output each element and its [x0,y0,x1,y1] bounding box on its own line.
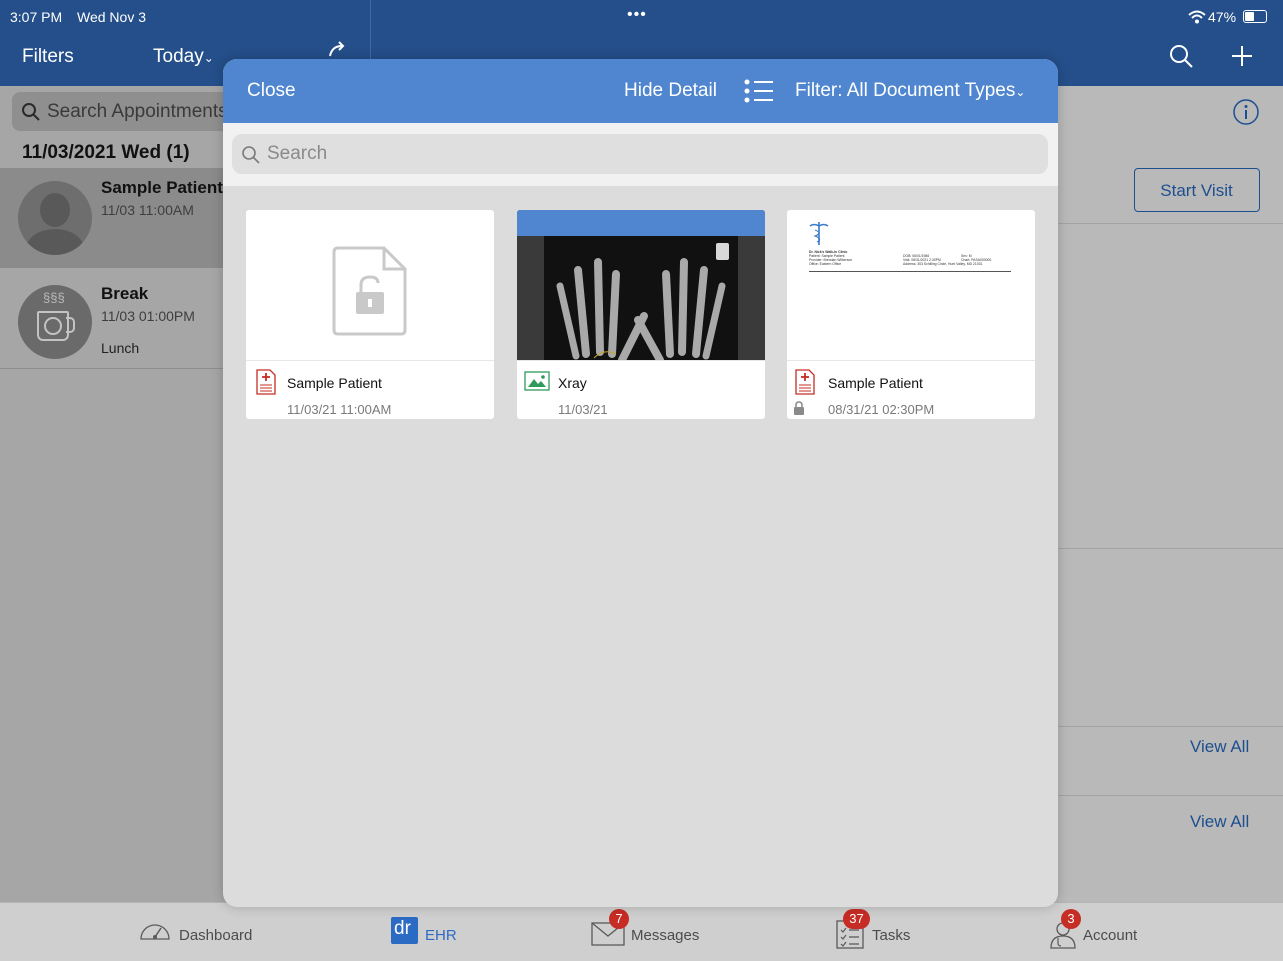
tab-label: Dashboard [179,927,253,944]
search-icon[interactable] [1168,43,1194,69]
appointment-name: Sample Patient [101,178,223,197]
document-card-footer: Xray 11/03/21 [517,360,765,419]
modal-header: Close Hide Detail Filter: All Document T… [223,59,1058,123]
preview-rule [809,271,1011,272]
close-button[interactable]: Close [247,80,296,102]
preview-office: Office: Eastern Office [809,262,842,266]
filters-button[interactable]: Filters [22,46,74,68]
info-icon[interactable] [1232,98,1260,126]
document-card[interactable]: Dr. Nick's Walk-In Clinic Patient: Sampl… [787,210,1035,419]
tab-account[interactable]: Account 3 [1049,909,1159,951]
date-header: 11/03/2021 Wed (1) [22,142,190,163]
xray-thumb-header [517,210,765,236]
caduceus-logo-icon [809,222,829,245]
view-all-link[interactable]: View All [1190,812,1249,832]
appointment-search-placeholder: Search Appointments [47,101,228,122]
status-time: 3:07 PM [10,9,63,25]
dr-logo-icon: dr [391,917,418,944]
status-bar: 3:07 PM Wed Nov 3 ••• 47% [0,0,1283,32]
appointment-time: 11/03 01:00PM [101,308,195,324]
today-label: Today [153,46,204,67]
xray-hands-image [517,210,765,360]
documents-modal: Close Hide Detail Filter: All Document T… [223,59,1058,907]
search-placeholder: Search [267,143,328,164]
preview-address: Address: 303 Schilling Circle, Hunt Vall… [903,262,983,266]
view-all-link[interactable]: View All [1190,737,1249,757]
document-preview: Dr. Nick's Walk-In Clinic Patient: Sampl… [787,210,1035,360]
tab-label: EHR [425,927,457,944]
preview-chart: Chart: PASA000000 [961,258,992,262]
pdf-document-icon [256,369,276,395]
avatar [18,181,92,255]
document-date: 11/03/21 [558,402,608,417]
today-dropdown[interactable]: Today⌄ [153,46,214,68]
tab-label: Tasks [872,927,911,944]
appointment-time: 11/03 11:00AM [101,202,194,218]
tab-label: Account [1083,927,1138,944]
document-date: 08/31/21 02:30PM [828,402,935,417]
document-title: Sample Patient [828,375,923,391]
messages-badge: 7 [609,909,629,929]
search-icon [242,146,260,164]
chevron-down-icon: ⌄ [203,51,214,65]
break-coffee-icon: §§§ [18,285,92,359]
document-preview-text: Dr. Nick's Walk-In Clinic Patient: Sampl… [809,250,1009,266]
chevron-down-icon: ⌄ [1015,85,1026,99]
tab-label: Messages [631,927,700,944]
lock-file-icon [332,246,407,336]
lock-icon [794,401,804,415]
battery-icon [1243,10,1267,23]
document-title: Sample Patient [287,375,382,391]
search-bar: Search [223,123,1058,186]
appointment-name: Break [101,284,149,303]
pdf-document-icon [795,369,815,395]
speedometer-icon [140,924,170,940]
document-thumbnail [246,210,494,360]
document-card-footer: Sample Patient 11/03/21 11:00AM [246,360,494,419]
start-visit-label: Start Visit [1160,181,1233,200]
document-search-input[interactable]: Search [232,134,1048,174]
document-card[interactable]: Xray 11/03/21 [517,210,765,419]
battery-percent: 47% [1208,9,1237,25]
tasks-badge: 37 [843,909,870,929]
hide-detail-button[interactable]: Hide Detail [624,80,717,102]
document-title: Xray [558,375,587,391]
document-card-footer: Sample Patient 08/31/21 02:30PM [787,360,1035,419]
document-type-filter[interactable]: Filter: All Document Types⌄ [795,80,1025,102]
document-card[interactable]: Sample Patient 11/03/21 11:00AM [246,210,494,419]
xray-film [544,236,738,360]
list-view-icon[interactable] [744,79,774,103]
tab-dashboard[interactable]: Dashboard [138,917,268,947]
search-icon [22,103,40,121]
start-visit-button[interactable]: Start Visit [1134,168,1260,212]
multitask-dots-icon[interactable]: ••• [627,6,647,24]
document-date: 11/03/21 11:00AM [287,402,392,417]
tab-bar: Dashboard dr EHR Messages 7 Tasks 37 Acc… [0,902,1283,961]
add-icon[interactable] [1230,44,1254,68]
appointment-note: Lunch [101,340,140,356]
tab-ehr[interactable]: dr EHR [391,917,481,947]
xray-marker [716,243,729,260]
status-date: Wed Nov 3 [77,9,146,25]
tab-tasks[interactable]: Tasks 37 [836,909,926,951]
image-icon [524,371,550,391]
filter-label: Filter: All Document Types [795,80,1016,101]
account-badge: 3 [1061,909,1081,929]
wifi-icon [1188,10,1206,24]
tab-messages[interactable]: Messages 7 [590,909,710,951]
